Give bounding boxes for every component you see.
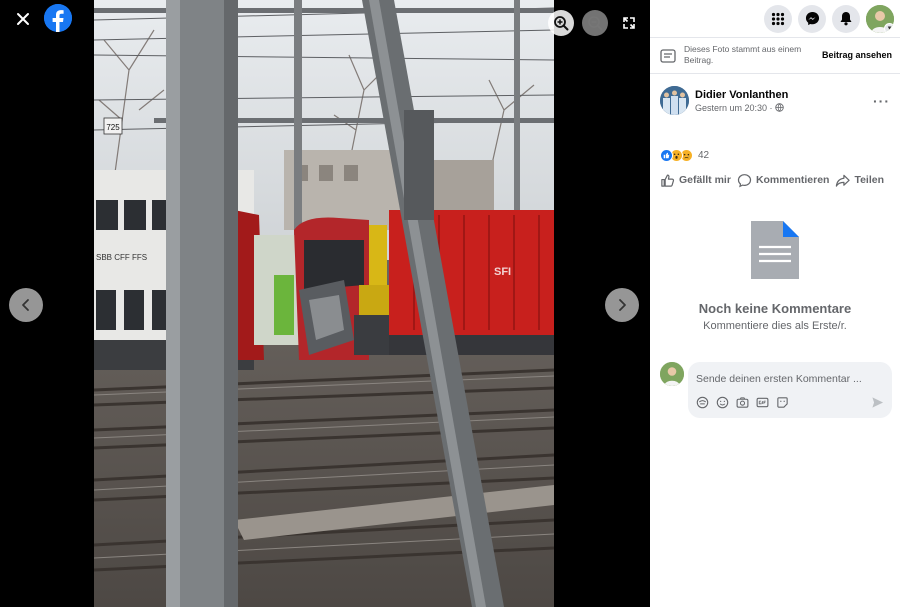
chevron-down-icon: ▾	[884, 22, 894, 33]
close-icon	[17, 13, 29, 25]
commenter-avatar[interactable]	[660, 362, 684, 386]
photo-sign-text: 725	[106, 123, 120, 132]
no-comments-title: Noch keine Kommentare	[698, 301, 852, 316]
zoom-in-button[interactable]	[548, 10, 574, 36]
account-button[interactable]: ▾	[866, 4, 894, 33]
next-photo-button[interactable]	[605, 288, 639, 322]
facebook-logo-button[interactable]	[44, 4, 72, 32]
grid-menu-icon	[771, 12, 785, 25]
zoom-out-icon	[588, 16, 603, 31]
document-icon	[751, 221, 799, 279]
post-photo[interactable]: 725 SBB CFF FFS SFI	[94, 0, 554, 607]
author-avatar[interactable]	[660, 86, 689, 115]
no-comments-state: Noch keine Kommentare Kommentiere dies a…	[650, 219, 900, 332]
post-actions: Gefällt mir Kommentieren Teilen	[650, 169, 900, 191]
zoom-out-button[interactable]	[582, 10, 608, 36]
camera-icon	[736, 397, 749, 408]
more-options-button[interactable]: ···	[873, 93, 890, 109]
emoji-button[interactable]	[716, 396, 729, 409]
sticker-button[interactable]	[776, 396, 789, 409]
zoom-in-icon	[554, 16, 569, 31]
avatar-sticker-button[interactable]	[696, 396, 709, 409]
share-label: Teilen	[854, 174, 885, 186]
comment-composer	[650, 362, 900, 418]
author-name[interactable]: Didier Vonlanthen	[695, 89, 788, 101]
reaction-count: 42	[698, 149, 710, 161]
post-side-panel: ▾ Dieses Foto stammt aus einem Beitrag. …	[650, 0, 900, 607]
comment-input[interactable]	[696, 373, 884, 385]
photo-button[interactable]	[736, 396, 749, 409]
menu-button[interactable]	[764, 4, 792, 33]
send-comment-button[interactable]	[871, 396, 884, 409]
emoji-icon	[716, 396, 729, 409]
photo-image: 725 SBB CFF FFS SFI	[94, 0, 554, 607]
like-label: Gefällt mir	[679, 174, 731, 186]
zoom-controls	[548, 10, 608, 36]
chevron-left-icon	[22, 299, 29, 311]
sticker-icon	[777, 397, 788, 408]
gif-button[interactable]	[756, 396, 769, 409]
author-avatar-image	[660, 86, 689, 115]
no-comments-subtitle: Kommentiere dies als Erste/r.	[703, 320, 847, 332]
globe-icon	[774, 103, 784, 112]
like-button[interactable]: Gefällt mir	[660, 173, 731, 188]
comment-button[interactable]: Kommentieren	[737, 173, 830, 188]
bell-icon	[840, 12, 852, 26]
avatar-sticker-icon	[696, 396, 709, 409]
send-icon	[872, 397, 884, 408]
comment-icon	[737, 173, 752, 187]
photo-viewer: 725 SBB CFF FFS SFI	[0, 0, 650, 607]
commenter-avatar-image	[660, 362, 684, 386]
thumbs-up-icon	[661, 173, 675, 187]
share-button[interactable]: Teilen	[835, 173, 884, 188]
post-icon	[660, 49, 676, 63]
post-meta: Gestern um 20:30 ·	[695, 103, 788, 113]
messenger-button[interactable]	[798, 4, 826, 33]
facebook-logo-icon	[44, 4, 72, 32]
fullscreen-button[interactable]	[618, 12, 640, 34]
photo-train-label: SBB CFF FFS	[96, 253, 147, 262]
top-navigation: ▾	[650, 0, 900, 38]
close-viewer-button[interactable]	[10, 6, 36, 32]
reaction-summary[interactable]: 42	[650, 147, 900, 163]
view-post-link[interactable]: Beitrag ansehen	[822, 50, 892, 60]
gif-icon	[756, 397, 769, 408]
comment-box	[688, 362, 892, 418]
chevron-right-icon	[619, 299, 626, 311]
composer-toolbar	[696, 396, 884, 409]
notice-text: Dieses Foto stammt aus einem Beitrag.	[684, 44, 802, 65]
photo-wagon-label: SFI	[494, 266, 511, 278]
messenger-icon	[805, 11, 819, 26]
previous-photo-button[interactable]	[9, 288, 43, 322]
post-timestamp[interactable]: Gestern um 20:30 ·	[695, 103, 773, 113]
author-info: Didier Vonlanthen Gestern um 20:30 ·	[695, 89, 788, 113]
comment-label: Kommentieren	[755, 174, 830, 186]
notifications-button[interactable]	[832, 4, 860, 33]
like-reaction-icon	[660, 148, 673, 162]
post-author: Didier Vonlanthen Gestern um 20:30 · ···	[650, 74, 900, 115]
fullscreen-icon	[623, 17, 635, 29]
share-icon	[836, 174, 851, 187]
post-source-notice: Dieses Foto stammt aus einem Beitrag. Be…	[650, 38, 900, 74]
